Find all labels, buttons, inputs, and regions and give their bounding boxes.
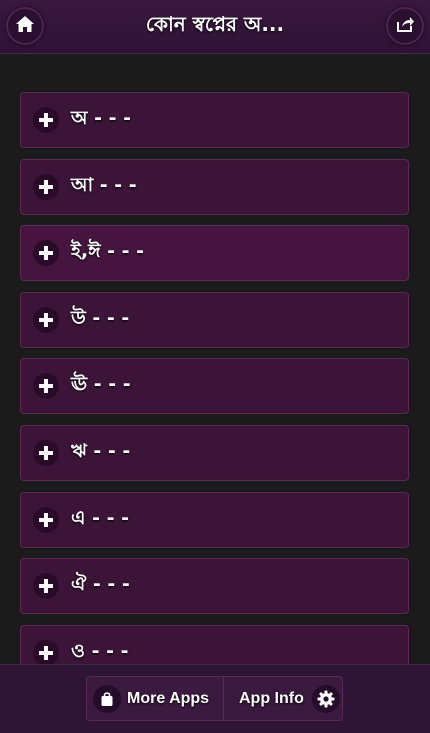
shopping-bag-icon [93,684,121,713]
more-apps-button[interactable]: More Apps [87,677,224,720]
list-item-label: আ - - - [71,173,137,196]
list-item[interactable]: ই,ঈ - - - [20,225,409,282]
home-icon [15,14,35,38]
plus-icon [33,306,59,333]
page-title: কোন স্বপ্নের অ... [145,12,285,36]
more-apps-label: More Apps [127,689,210,707]
list-item[interactable]: ঊ - - - [20,358,409,415]
app-info-label: App Info [239,689,304,707]
list-item[interactable]: আ - - - [20,158,409,215]
list-item-label: ঐ - - - [71,573,130,596]
plus-icon [33,506,59,533]
list-item-label: অ - - - [71,107,131,129]
list-item-label: উ - - - [71,306,130,329]
app-header: কোন স্বপ্নের অ... [0,0,430,54]
list-item-label: এ - - - [71,506,129,529]
list-item[interactable]: উ - - - [20,291,409,348]
plus-icon [33,240,59,267]
plus-icon [33,639,59,666]
plus-icon [33,107,59,133]
list-item[interactable]: এ - - - [20,491,409,548]
footer-button-group: More Apps App Info [86,676,343,721]
plus-icon [33,373,59,400]
list-item[interactable]: ঋ - - - [20,424,409,481]
list-item-label: ই,ঈ - - - [71,240,145,263]
home-button[interactable] [6,7,44,45]
list-item-label: ঊ - - - [71,373,131,396]
app-info-button[interactable]: App Info [224,677,342,720]
plus-icon [33,573,59,600]
share-icon [395,14,415,38]
gear-icon [311,684,340,713]
list-item[interactable]: ঐ - - - [20,558,409,615]
share-button[interactable] [386,7,424,45]
footer-bar: More Apps App Info [0,664,430,733]
plus-icon [33,173,59,200]
plus-icon [33,439,59,466]
letter-list: অ - - - আ - - - ই,ঈ - - - উ - - - ঊ - - … [20,92,409,691]
list-item[interactable]: অ - - - [20,92,409,148]
list-item-label: ঋ - - - [71,439,131,462]
